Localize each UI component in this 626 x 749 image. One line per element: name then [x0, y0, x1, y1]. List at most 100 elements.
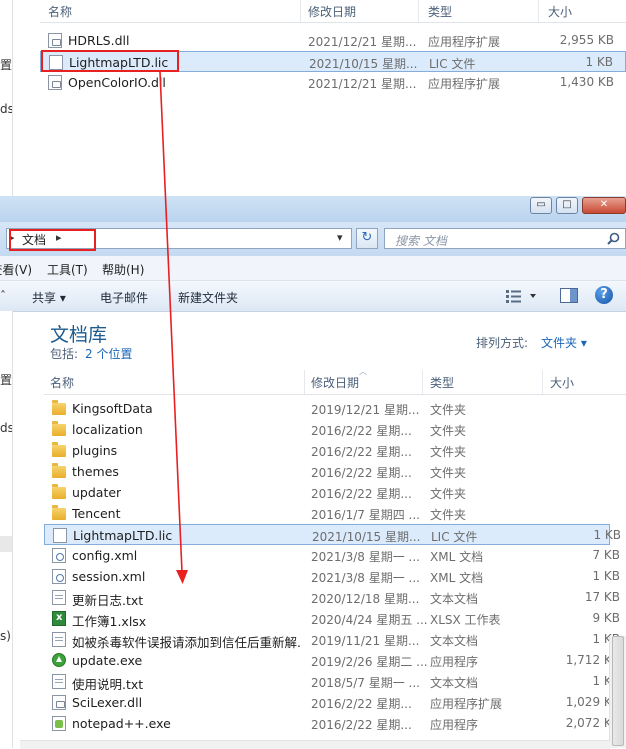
file-row[interactable]: update.exe 2019/2/26 星期二 ... 应用程序 1,712 …: [44, 650, 620, 671]
column-name-header[interactable]: 名称: [50, 374, 74, 391]
file-date: 2020/12/18 星期...: [311, 592, 420, 606]
file-date: 2016/2/22 星期...: [311, 697, 412, 711]
file-icon: [53, 528, 67, 543]
file-date: 2021/3/8 星期一 ...: [311, 550, 420, 564]
column-type-header[interactable]: 类型: [430, 374, 454, 391]
file-row[interactable]: 使用说明.txt 2018/5/7 星期一 ... 文本文档 1 KB: [44, 671, 620, 692]
file-date: 2021/3/8 星期一 ...: [311, 571, 420, 585]
file-date: 2016/1/7 星期四 ...: [311, 508, 420, 522]
file-type: XML 文档: [430, 550, 484, 564]
file-type: 文本文档: [430, 592, 479, 606]
file-name: config.xml: [72, 548, 138, 563]
file-type: LIC 文件: [431, 530, 478, 544]
column-name-header[interactable]: 名称: [48, 3, 72, 20]
file-date: 2021/10/15 星期...: [312, 530, 421, 544]
highlight-box-address: [9, 229, 96, 251]
address-dropdown-icon[interactable]: ▾: [337, 231, 343, 244]
file-row[interactable]: KingsoftData 2019/12/21 星期... 文件夹: [44, 398, 610, 419]
file-row[interactable]: 更新日志.txt 2020/12/18 星期... 文本文档 17 KB: [44, 587, 620, 608]
file-name: KingsoftData: [72, 401, 153, 416]
file-name: updater: [72, 485, 122, 500]
file-row[interactable]: Tencent 2016/1/7 星期四 ... 文件夹: [44, 503, 610, 524]
sort-indicator-icon: ︿: [359, 367, 367, 376]
column-size-header[interactable]: 大小: [550, 374, 574, 391]
sort-by-dropdown[interactable]: 文件夹 ▾: [541, 334, 587, 351]
file-row[interactable]: SciLexer.dll 2016/2/22 星期... 应用程序扩展 1,02…: [44, 692, 620, 713]
search-input[interactable]: 搜索 文档: [384, 228, 626, 249]
file-row[interactable]: config.xml 2021/3/8 星期一 ... XML 文档 7 KB: [44, 545, 620, 566]
top-column-header: 名称 修改日期 类型 大小: [40, 0, 626, 23]
menu-tools[interactable]: 工具(T): [47, 261, 88, 278]
file-name: 如被杀毒软件误报请添加到信任后重新解...: [72, 635, 302, 650]
file-date: 2016/2/22 星期...: [311, 424, 412, 438]
file-name: LightmapLTD.lic: [73, 528, 173, 543]
file-date: 2019/2/26 星期二 ...: [311, 655, 428, 669]
xml-icon: [52, 569, 66, 584]
file-type: 应用程序: [430, 718, 479, 732]
documents-explorer-window: ▭ □ ✕ ▸ 文档 ▸ ▾ ↻ 搜索 文档 查看(V) 工具(T) 帮助(H)…: [0, 196, 626, 748]
search-icon[interactable]: [607, 232, 620, 245]
file-name: update.exe: [72, 653, 143, 668]
xml-icon: [52, 548, 66, 563]
file-row-selected[interactable]: LightmapLTD.lic 2021/10/15 星期... LIC 文件 …: [44, 524, 621, 545]
file-row[interactable]: themes 2016/2/22 星期... 文件夹: [44, 461, 610, 482]
column-date-header[interactable]: 修改日期: [308, 3, 356, 20]
file-size: 7 KB: [592, 548, 620, 562]
library-includes-label: 包括:: [50, 347, 79, 361]
file-type: XLSX 工作表: [430, 613, 501, 627]
file-size: 1 KB: [592, 569, 620, 583]
minimize-button[interactable]: ▭: [530, 197, 552, 214]
scrollbar-thumb[interactable]: [612, 636, 624, 746]
share-button[interactable]: 共享 ▾: [32, 289, 66, 306]
file-row[interactable]: 工作簿1.xlsx 2020/4/24 星期五 ... XLSX 工作表 9 K…: [44, 608, 620, 629]
vertical-scrollbar[interactable]: [609, 636, 626, 748]
refresh-icon[interactable]: ↻: [356, 228, 378, 249]
close-button[interactable]: ✕: [582, 197, 626, 214]
column-date-header[interactable]: 修改日期: [311, 374, 359, 391]
file-name: 更新日志.txt: [72, 593, 144, 608]
file-date: 2016/2/22 星期...: [311, 466, 412, 480]
file-type: 文件夹: [430, 403, 467, 417]
column-type-header[interactable]: 类型: [428, 3, 452, 20]
file-row-opencolorio[interactable]: OpenColorIO.dll 2021/12/21 星期... 应用程序扩展 …: [40, 72, 626, 93]
file-row[interactable]: session.xml 2021/3/8 星期一 ... XML 文档 1 KB: [44, 566, 620, 587]
menu-help[interactable]: 帮助(H): [102, 261, 144, 278]
file-size: 1 KB: [593, 528, 621, 542]
file-list: KingsoftData 2019/12/21 星期... 文件夹 locali…: [0, 398, 626, 738]
file-type: XML 文档: [430, 571, 484, 585]
file-row-hdrls[interactable]: HDRLS.dll 2021/12/21 星期... 应用程序扩展 2,955 …: [40, 30, 626, 51]
file-date: 2019/11/21 星期...: [311, 634, 420, 648]
file-date: 2019/12/21 星期...: [311, 403, 420, 417]
command-overflow-icon[interactable]: ˆ: [0, 289, 6, 303]
preview-pane-icon[interactable]: [560, 288, 578, 303]
maximize-button[interactable]: □: [556, 197, 578, 214]
email-button[interactable]: 电子邮件: [100, 289, 148, 306]
file-row[interactable]: localization 2016/2/22 星期... 文件夹: [44, 419, 610, 440]
folder-icon: [52, 400, 66, 415]
file-row[interactable]: plugins 2016/2/22 星期... 文件夹: [44, 440, 610, 461]
file-type: 文件夹: [430, 424, 467, 438]
file-type: 文本文档: [430, 634, 479, 648]
folder-icon: [52, 442, 66, 457]
menu-view[interactable]: 查看(V): [0, 261, 32, 278]
new-folder-button[interactable]: 新建文件夹: [178, 289, 238, 306]
file-size: 2,955 KB: [559, 33, 614, 47]
file-date: 2021/12/21 星期...: [308, 35, 417, 49]
file-size: 1,712 KB: [565, 653, 620, 667]
file-name: notepad++.exe: [72, 716, 171, 731]
file-size: 1 KB: [592, 674, 620, 688]
file-size: 9 KB: [592, 611, 620, 625]
library-locations-link[interactable]: 2 个位置: [85, 345, 132, 362]
dll-icon: [48, 33, 62, 48]
file-type: 应用程序: [430, 655, 479, 669]
help-icon[interactable]: ?: [595, 286, 613, 304]
file-row[interactable]: notepad++.exe 2016/2/22 星期... 应用程序 2,072…: [44, 713, 620, 734]
view-options-icon[interactable]: [506, 289, 536, 303]
file-row[interactable]: 如被杀毒软件误报请添加到信任后重新解... 2019/11/21 星期... 文…: [44, 629, 620, 650]
top-navigation-pane[interactable]: 置 ds: [0, 0, 13, 196]
window-titlebar[interactable]: ▭ □ ✕: [0, 196, 626, 222]
column-size-header[interactable]: 大小: [548, 3, 572, 20]
file-name: session.xml: [72, 569, 146, 584]
sort-by-label: 排列方式:: [476, 336, 529, 350]
file-row[interactable]: updater 2016/2/22 星期... 文件夹: [44, 482, 610, 503]
